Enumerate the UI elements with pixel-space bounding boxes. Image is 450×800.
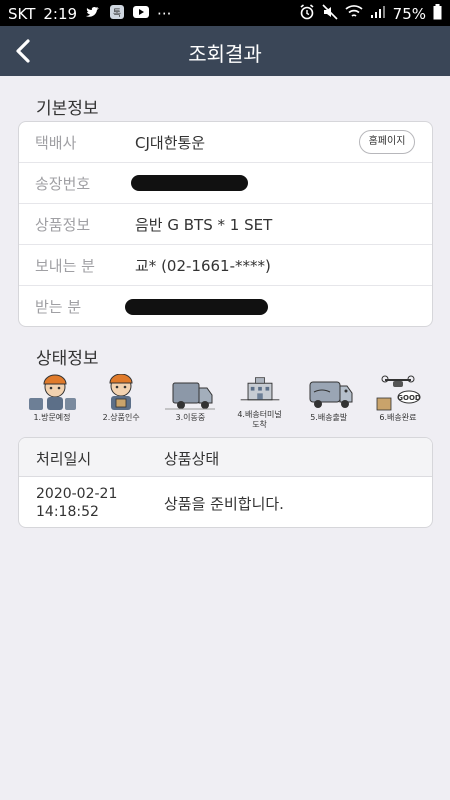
status-table-header: 처리일시 상품상태 <box>19 438 432 477</box>
carrier-label: SKT <box>8 5 36 23</box>
courier-row: 택배사 CJ대한통운 홈페이지 <box>19 122 432 163</box>
alarm-icon <box>299 4 315 24</box>
recipient-label: 받는 분 <box>35 298 82 316</box>
mute-icon <box>322 4 338 24</box>
step-visit-label: 1.방문예정 <box>33 413 71 422</box>
step-pickup: 2.상품인수 <box>89 374 153 430</box>
app-bar: 조회결과 <box>0 26 450 76</box>
truck-icon <box>165 382 216 410</box>
datetime-column-header: 처리일시 <box>36 450 92 468</box>
state-column-header: 상품상태 <box>164 450 220 468</box>
youtube-icon <box>133 6 150 22</box>
invoice-label: 송장번호 <box>35 175 91 193</box>
row-date: 2020-02-21 <box>36 486 118 502</box>
row-datetime: 2020-02-21 14:18:52 <box>36 485 117 521</box>
basic-info-title: 기본정보 <box>36 99 99 119</box>
step-moving: 3.이동중 <box>158 374 222 430</box>
row-state: 상품을 준비합니다. <box>164 495 284 513</box>
product-value: 음반 G BTS * 1 SET <box>135 216 273 234</box>
sender-label: 보내는 분 <box>35 257 95 275</box>
status-table: 처리일시 상품상태 2020-02-21 14:18:52 상품을 준비합니다. <box>18 437 433 528</box>
homepage-button[interactable]: 홈페이지 <box>359 130 415 154</box>
delivery-steps: 1.방문예정 2.상품인수 3.이동중 4.배송터미널 도착 5.배송출발 GO… <box>20 374 430 430</box>
courier-label: 택배사 <box>35 134 77 152</box>
product-row: 상품정보 음반 G BTS * 1 SET <box>19 204 432 245</box>
drone-delivery-icon: GOOD <box>376 375 421 411</box>
battery-percent: 75% <box>392 5 426 23</box>
delivery-truck-icon <box>309 381 353 408</box>
courier-character-icon <box>29 374 76 410</box>
messenger-icon: 톡 <box>109 4 125 24</box>
status-bar: SKT 2:19 톡 ··· 75% <box>0 0 450 26</box>
courier-box-icon <box>109 374 133 410</box>
battery-icon <box>433 4 442 24</box>
basic-info-card: 택배사 CJ대한통운 홈페이지 송장번호 상품정보 음반 G BTS * 1 S… <box>18 121 433 327</box>
step-pickup-label: 2.상품인수 <box>102 413 140 422</box>
step-terminal-label: 4.배송터미널 도착 <box>237 410 282 429</box>
twitter-icon <box>85 5 101 23</box>
wifi-icon <box>345 5 363 23</box>
invoice-row: 송장번호 <box>19 163 432 204</box>
status-info-title: 상태정보 <box>36 349 99 369</box>
step-departure: 5.배송출발 <box>297 374 361 430</box>
courier-value: CJ대한통운 <box>135 134 206 152</box>
svg-text:GOOD: GOOD <box>397 394 421 402</box>
sender-value: 교* (02-1661-****) <box>135 257 271 275</box>
step-departure-label: 5.배송출발 <box>310 413 348 422</box>
sender-row: 보내는 분 교* (02-1661-****) <box>19 245 432 286</box>
step-visit: 1.방문예정 <box>20 374 84 430</box>
step-complete: GOOD 6.배송완료 <box>366 374 430 430</box>
recipient-redaction <box>125 299 268 315</box>
page-title: 조회결과 <box>188 42 262 66</box>
clock: 2:19 <box>43 5 78 23</box>
row-time: 14:18:52 <box>36 504 99 520</box>
table-row: 2020-02-21 14:18:52 상품을 준비합니다. <box>19 477 432 527</box>
recipient-row: 받는 분 <box>19 286 432 326</box>
product-label: 상품정보 <box>35 216 91 234</box>
step-moving-label: 3.이동중 <box>175 413 206 422</box>
svg-text:톡: 톡 <box>113 8 121 19</box>
signal-icon <box>370 5 386 23</box>
step-terminal: 4.배송터미널 도착 <box>228 374 292 430</box>
more-notifications-icon: ··· <box>157 5 172 23</box>
invoice-redaction <box>131 175 248 191</box>
step-complete-label: 6.배송완료 <box>379 413 417 422</box>
terminal-building-icon <box>240 377 279 401</box>
